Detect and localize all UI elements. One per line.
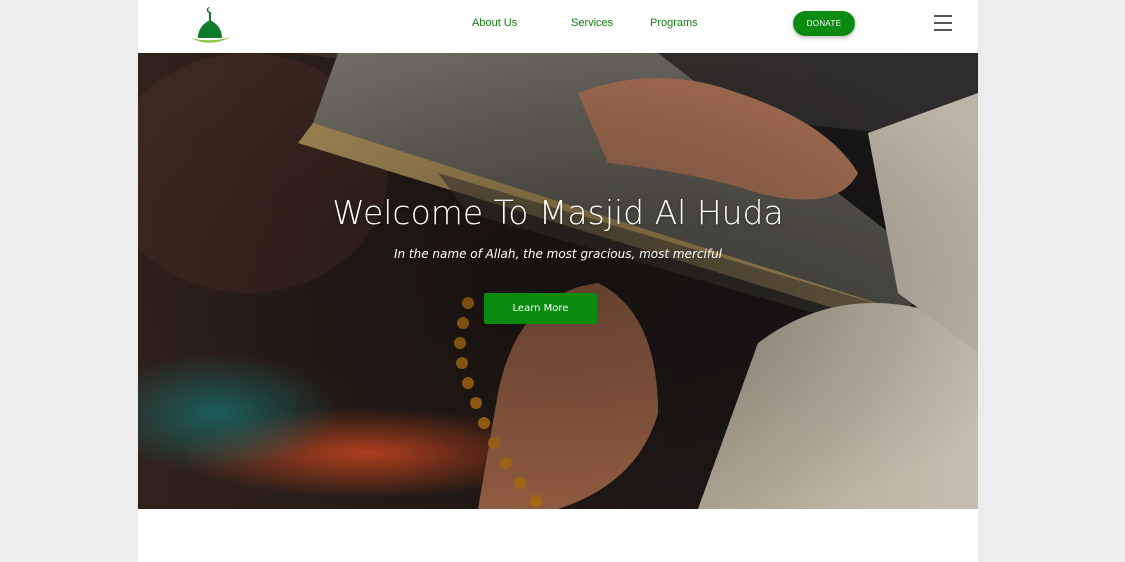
nav-link-programs[interactable]: Programs xyxy=(650,17,698,29)
hero-title: Welcome To Masjid Al Huda xyxy=(332,193,784,232)
nav-link-services[interactable]: Services xyxy=(571,17,613,29)
hamburger-menu-icon[interactable] xyxy=(934,15,952,32)
mosque-dome-icon[interactable] xyxy=(186,4,234,44)
hero-banner: Welcome To Masjid Al Huda In the name of… xyxy=(138,53,978,509)
hero-subtitle: In the name of Allah, the most gracious,… xyxy=(393,247,723,261)
donate-button[interactable]: DONATE xyxy=(793,11,855,36)
top-navbar: About Us Services Programs DONATE xyxy=(138,0,978,53)
page-container: About Us Services Programs DONATE Welcom… xyxy=(138,0,978,562)
nav-link-about-us[interactable]: About Us xyxy=(472,17,517,29)
learn-more-button[interactable]: Learn More xyxy=(484,293,597,324)
hero-background-image xyxy=(138,53,978,509)
